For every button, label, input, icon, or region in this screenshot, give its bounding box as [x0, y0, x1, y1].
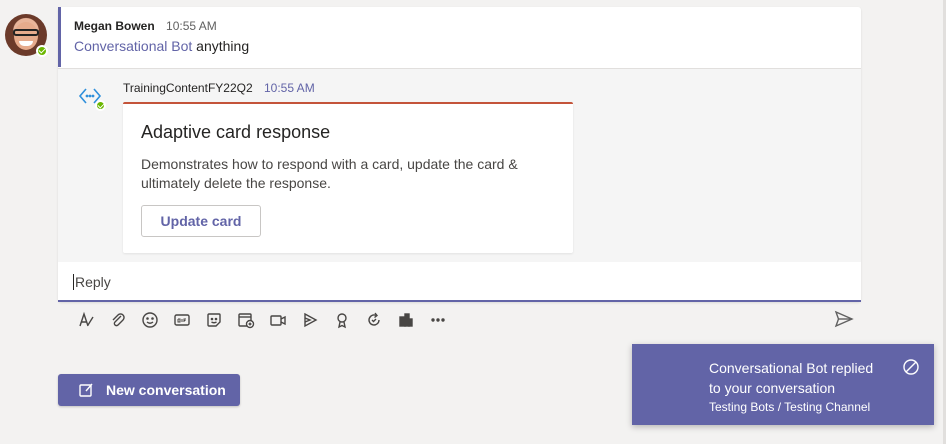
conversation-thread: Megan Bowen 10:55 AM Conversational Bot …	[58, 7, 861, 302]
emoji-icon[interactable]	[134, 309, 166, 331]
avatar-glasses	[13, 29, 39, 36]
toast-subtitle: Testing Bots / Testing Channel	[709, 400, 871, 414]
sender-name: Megan Bowen	[74, 19, 155, 33]
reply-input[interactable]: Reply	[58, 263, 861, 302]
message-header: Megan Bowen 10:55 AM	[74, 19, 861, 33]
format-icon[interactable]	[70, 309, 102, 331]
stream-icon[interactable]	[294, 309, 326, 331]
loop-icon[interactable]	[358, 309, 390, 331]
toast-dismiss-icon[interactable]	[902, 358, 920, 376]
bot-message-header: TrainingContentFY22Q2 10:55 AM	[123, 81, 315, 95]
schedule-meeting-icon[interactable]	[230, 309, 262, 331]
bot-reply: TrainingContentFY22Q2 10:55 AM Adaptive …	[58, 68, 861, 262]
sticker-icon[interactable]	[198, 309, 230, 331]
attach-icon[interactable]	[102, 309, 134, 331]
card-title: Adaptive card response	[141, 122, 331, 142]
praise-icon[interactable]	[326, 309, 358, 331]
avatar[interactable]	[5, 14, 48, 57]
reply-placeholder: Reply	[75, 273, 111, 290]
new-conversation-button[interactable]: New conversation	[58, 374, 240, 406]
bot-name: TrainingContentFY22Q2	[123, 81, 253, 95]
send-icon[interactable]	[834, 309, 856, 331]
message-body: Conversational Bot anything	[74, 38, 861, 54]
update-card-button[interactable]: Update card	[141, 205, 261, 237]
bot-presence-icon	[95, 100, 106, 111]
more-options-icon[interactable]	[422, 309, 454, 331]
meet-now-icon[interactable]	[262, 309, 294, 331]
gif-icon[interactable]	[166, 309, 198, 331]
message-text: anything	[192, 38, 250, 54]
root-message[interactable]: Megan Bowen 10:55 AM Conversational Bot …	[58, 7, 861, 67]
notification-toast[interactable]: Conversational Bot replied to your conve…	[632, 344, 934, 425]
presence-available-icon	[36, 45, 48, 57]
card-description: Demonstrates how to respond with a card,…	[141, 156, 518, 191]
bot-mention[interactable]: Conversational Bot	[74, 38, 192, 54]
new-conversation-label: New conversation	[106, 382, 226, 398]
bot-message-time: 10:55 AM	[263, 81, 315, 95]
toast-title: Conversational Bot replied to your conve…	[709, 360, 874, 396]
adaptive-card: Adaptive card response Demonstrates how …	[123, 102, 573, 253]
compose-icon	[79, 383, 93, 397]
bot-avatar-icon[interactable]	[77, 83, 106, 111]
message-time: 10:55 AM	[166, 19, 217, 33]
apps-icon[interactable]	[390, 309, 422, 331]
compose-toolbar	[70, 309, 454, 331]
text-caret	[73, 273, 74, 290]
